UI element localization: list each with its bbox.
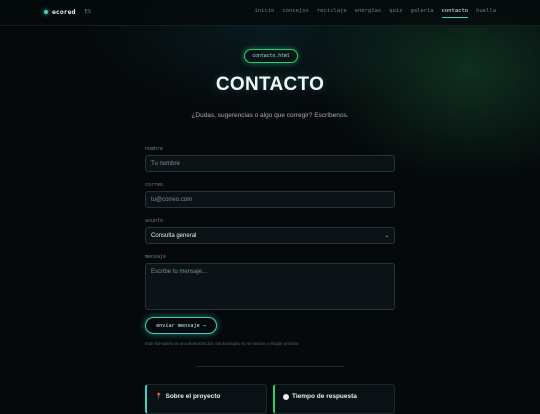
message-placeholder: Escribe tu mensaje... [151,269,208,275]
name-placeholder: Tu nombre [151,160,180,167]
nav-link-contacto[interactable]: contacto [441,8,469,18]
page-title: CONTACTO [215,74,325,95]
language-toggle[interactable]: ES [84,9,91,15]
email-input[interactable]: tu@correo.com [145,191,395,208]
submit-label: enviar mensaje [156,322,200,329]
nav-link-inicio[interactable]: inicio [255,8,275,18]
nav-link-huella[interactable]: huella [476,8,496,18]
page-file-badge: contacto.html [244,49,298,63]
subject-value: Consulta general [151,232,197,239]
clock-icon [283,394,289,400]
nav-link-energias[interactable]: energías [355,8,382,18]
arrow-right-icon: → [202,322,206,329]
brand-name: ecored [52,8,76,16]
message-label: mensaje [145,254,167,260]
about-project-card: 📍 Sobre el proyecto [145,384,267,414]
response-time-card: Tiempo de respuesta [273,384,395,414]
nav-link-quiz[interactable]: quiz [389,8,402,18]
about-project-title: Sobre el proyecto [165,393,221,400]
message-textarea[interactable]: Escribe tu mensaje... [145,263,395,310]
brand-dot-icon [44,10,48,14]
brand[interactable]: ecored ES [44,8,91,16]
subject-label: asunto [145,218,164,224]
nav-links: inicio consejos reciclaje energías quiz … [255,8,496,18]
name-input[interactable]: Tu nombre [145,155,395,172]
nav-link-galeria[interactable]: galería [410,8,433,18]
pin-icon: 📍 [155,394,163,400]
top-nav: ecored ES inicio consejos reciclaje ener… [0,0,540,26]
nav-link-consejos[interactable]: consejos [282,8,309,18]
chevron-down-icon: ⌄ [384,232,389,239]
nav-link-reciclaje[interactable]: reciclaje [317,8,347,18]
section-divider [196,366,344,367]
email-placeholder: tu@correo.com [151,196,193,203]
name-label: nombre [145,146,164,152]
email-label: correo [145,182,164,188]
page-subtitle: ¿Dudas, sugerencias o algo que corregir?… [191,112,349,119]
response-time-title: Tiempo de respuesta [292,393,357,400]
submit-button[interactable]: enviar mensaje → [145,317,217,334]
subject-select[interactable]: Consulta general ⌄ [145,227,395,244]
demo-disclaimer: Este formulario es una demostración: los… [145,341,300,346]
